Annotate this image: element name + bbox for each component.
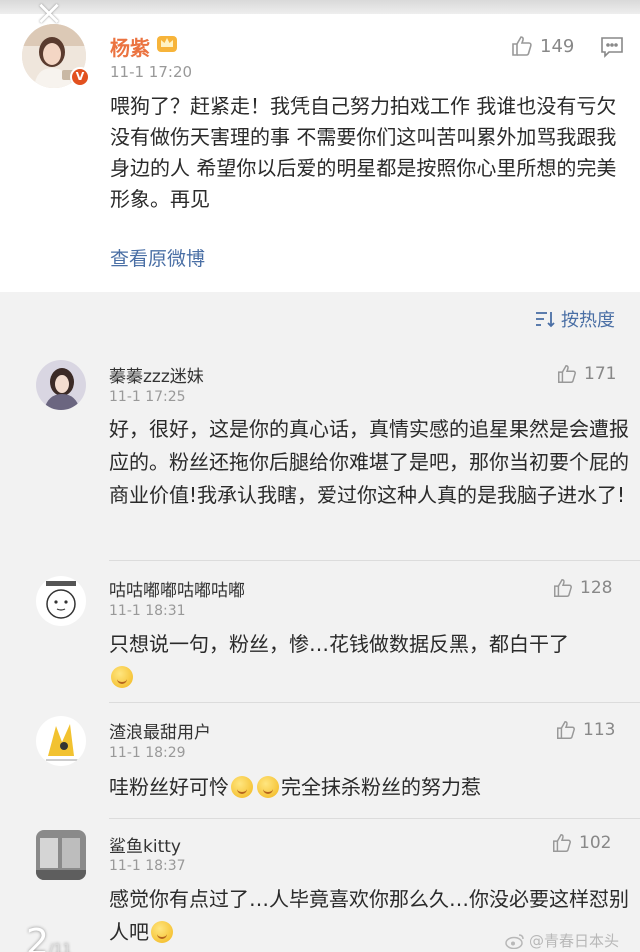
- comment-divider: [109, 818, 640, 819]
- watermark-text: @青春日本头: [529, 932, 620, 950]
- emoji-icon: [151, 921, 173, 943]
- comment-time: 11-1 17:25: [109, 389, 186, 405]
- commenter-avatar[interactable]: [36, 716, 86, 766]
- commenter-avatar[interactable]: [36, 360, 86, 410]
- comment-time: 11-1 18:37: [109, 858, 186, 874]
- page-indicator: 2/11: [26, 922, 71, 952]
- weibo-logo-icon: [505, 933, 524, 949]
- comment-text-part: 哇粉丝好可怜: [109, 775, 229, 799]
- comment-like-count: 128: [580, 578, 613, 598]
- top-status-strip: [0, 0, 640, 14]
- emoji-icon: [231, 776, 253, 798]
- watermark: @青春日本头: [505, 930, 619, 951]
- original-post-card: × V 杨紫 11-1 17:20 149 喂狗了？赶紧走！我凭自己努力拍戏工作…: [0, 0, 640, 292]
- comment-text-part: 完全抹杀粉丝的努力惹: [281, 775, 481, 799]
- comment-text: 哇粉丝好可怜 完全抹杀粉丝的努力惹: [109, 771, 629, 804]
- comment-text: 好，很好，这是你的真心话，真情实感的追星果然是会遭报应的。粉丝还拖你后腿给你难堪…: [109, 417, 629, 507]
- thumbs-up-icon: [553, 834, 571, 852]
- comment-divider: [109, 702, 640, 703]
- page-current: 2: [26, 922, 49, 952]
- commenter-name[interactable]: 渣浪最甜用户: [109, 718, 211, 743]
- commenter-avatar[interactable]: [36, 830, 86, 880]
- thumbs-up-icon: [557, 721, 575, 739]
- sort-icon: [536, 312, 555, 328]
- commenter-name[interactable]: 蓁蓁zzz迷妹: [109, 362, 204, 387]
- commenter-name[interactable]: 鲨鱼kitty: [109, 832, 181, 857]
- comment-like-count: 102: [579, 833, 612, 853]
- verified-badge-icon: V: [70, 67, 90, 87]
- post-time: 11-1 17:20: [110, 63, 193, 81]
- commenter-name[interactable]: 咕咕嘟嘟咕嘟咕嘟: [109, 576, 245, 601]
- view-original-link[interactable]: 查看原微博: [110, 244, 205, 271]
- page-total: /11: [48, 942, 72, 952]
- sort-label: 按热度: [561, 310, 615, 331]
- thumbs-up-icon: [554, 579, 572, 597]
- comment-like-count: 113: [583, 720, 616, 740]
- emoji-icon: [257, 776, 279, 798]
- crown-icon: [157, 36, 177, 52]
- sort-by-hot-button[interactable]: 按热度: [535, 306, 615, 332]
- comment-text-content: 只想说一句，粉丝，惨…花钱做数据反黑，都白干了: [109, 632, 569, 656]
- comment-like-button[interactable]: 128: [552, 577, 612, 599]
- comment-time: 11-1 18:31: [109, 603, 186, 619]
- comment-like-button[interactable]: 171: [556, 363, 616, 385]
- thumbs-up-icon: [558, 365, 576, 383]
- thumbs-up-icon: [512, 36, 532, 56]
- comment-icon[interactable]: [600, 36, 624, 58]
- comment-text: 只想说一句，粉丝，惨…花钱做数据反黑，都白干了: [109, 628, 629, 694]
- comment-divider: [109, 560, 640, 561]
- commenter-avatar[interactable]: [36, 576, 86, 626]
- post-body-text: 喂狗了？赶紧走！我凭自己努力拍戏工作 我谁也没有亏欠 没有做伤天害理的事 不需要…: [110, 94, 617, 211]
- post-like-button[interactable]: 149: [510, 34, 574, 58]
- post-like-count: 149: [540, 35, 575, 57]
- post-author-name[interactable]: 杨紫: [110, 32, 150, 61]
- comment-time: 11-1 18:29: [109, 745, 186, 761]
- comment-like-button[interactable]: 113: [555, 719, 615, 741]
- comment-like-button[interactable]: 102: [551, 832, 611, 854]
- comment-like-count: 171: [584, 364, 617, 384]
- emoji-icon: [111, 666, 133, 688]
